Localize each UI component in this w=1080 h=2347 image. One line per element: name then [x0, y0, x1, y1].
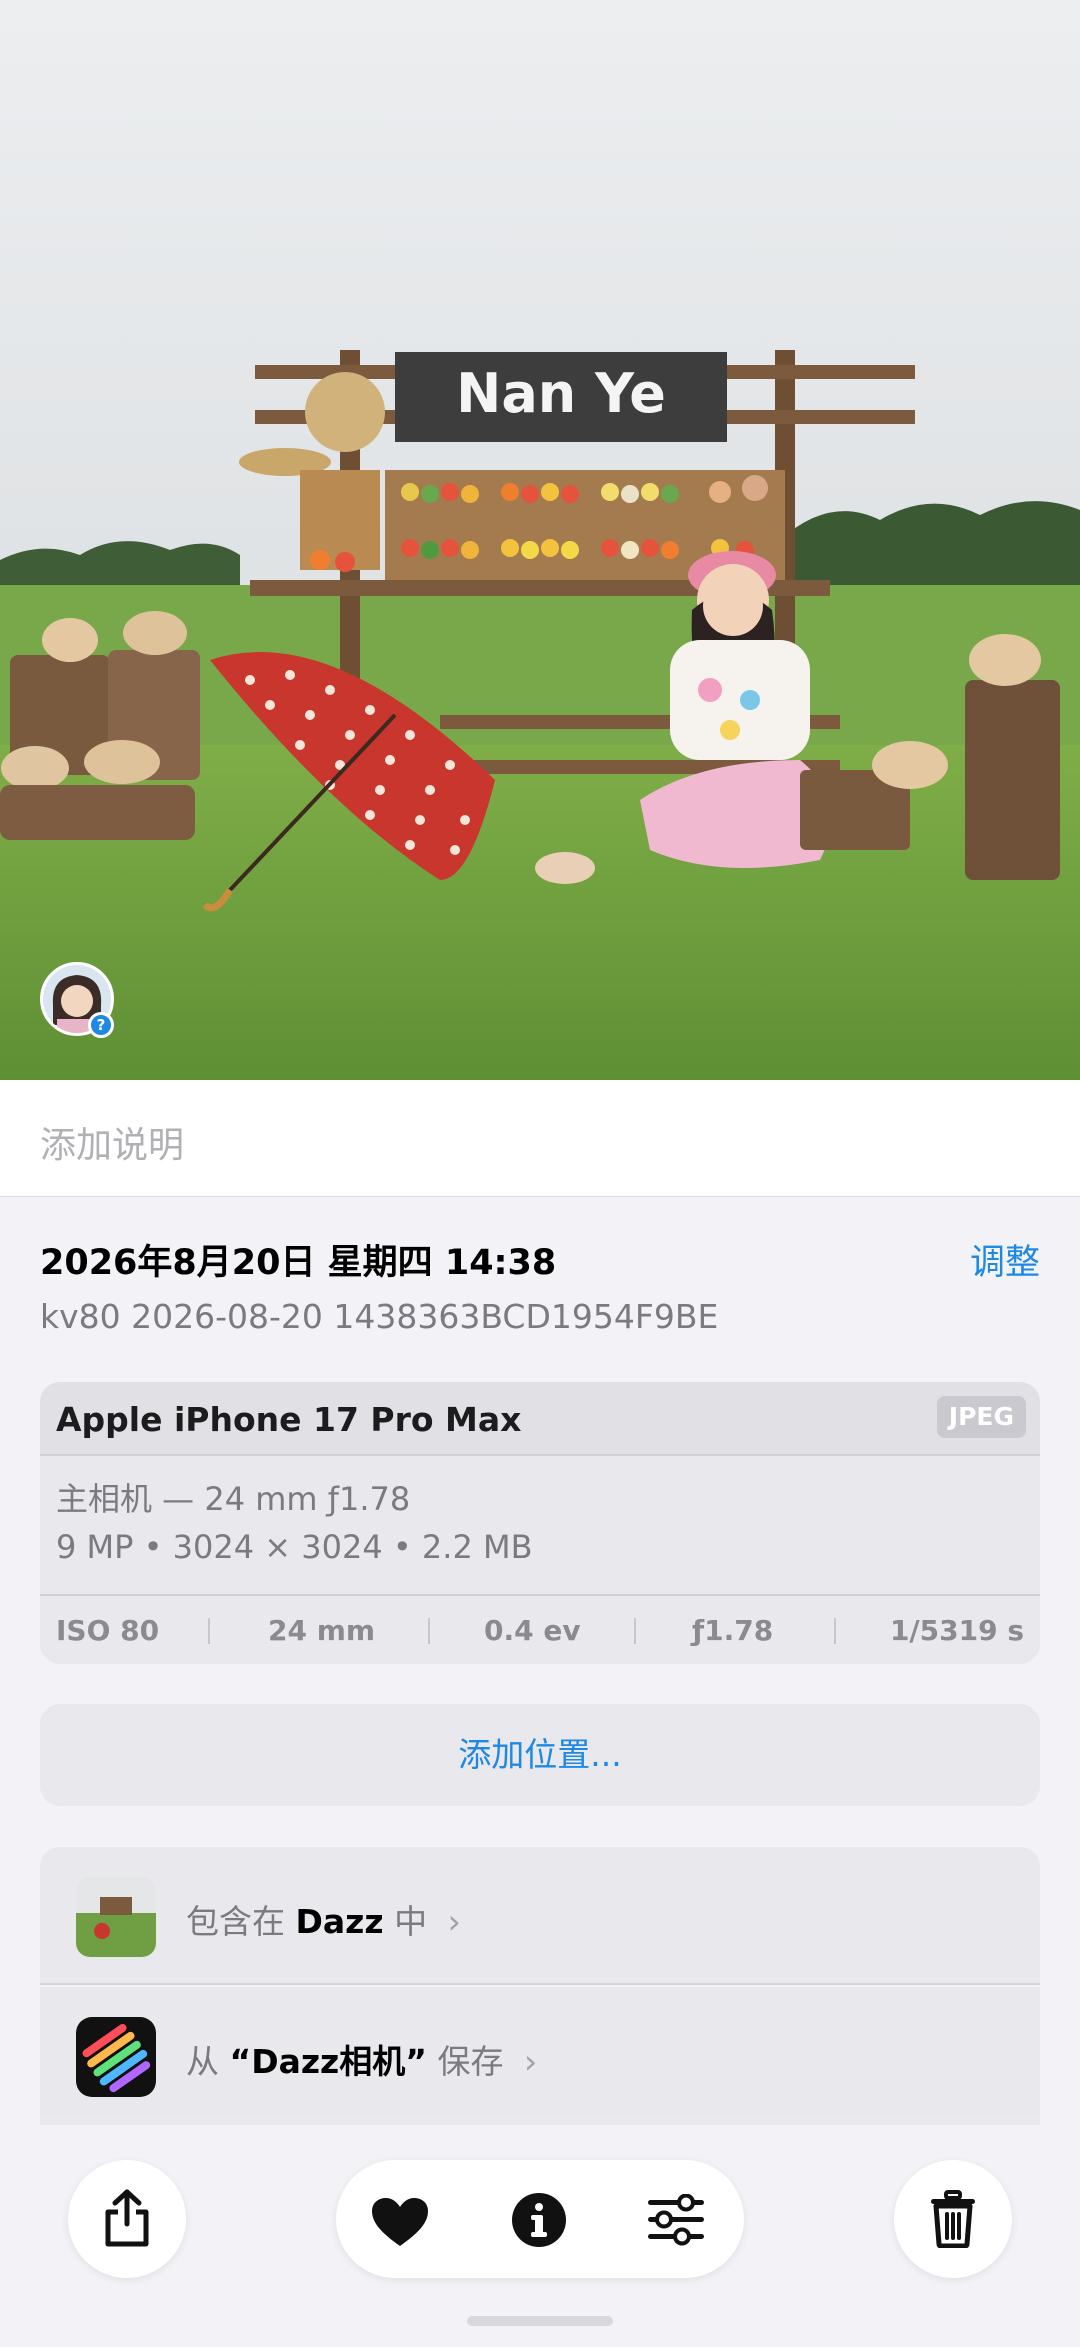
lens-info: 主相机 — 24 mm ƒ1.78 — [56, 1480, 411, 1518]
dazz-app-icon — [76, 2017, 156, 2097]
chevron-right-icon: › — [447, 1902, 461, 1941]
app-source-text: 从 “Dazz相机” 保存 › — [186, 2035, 537, 2083]
exif-iso: ISO 80 — [56, 1614, 160, 1647]
caption-field[interactable]: 添加说明 — [0, 1080, 1080, 1197]
exif-row: ISO 80 24 mm 0.4 ev ƒ1.78 1/5319 s — [40, 1594, 1040, 1664]
app-prefix: 从 — [186, 2042, 219, 2081]
sign-text: Nan Ye — [456, 362, 666, 425]
album-prefix: 包含在 — [186, 1902, 285, 1941]
photo[interactable]: Nan Ye — [0, 0, 1080, 1080]
exif-divider — [834, 1618, 836, 1644]
photo-image: Nan Ye — [0, 0, 1080, 1080]
exif-divider — [634, 1618, 636, 1644]
caption-placeholder: 添加说明 — [40, 1125, 185, 1166]
exif-focal: 24 mm — [268, 1614, 376, 1647]
album-thumbnail — [76, 1877, 156, 1957]
app-name: “Dazz相机” — [229, 2042, 427, 2081]
exif-ev: 0.4 ev — [484, 1614, 581, 1647]
trash-icon — [931, 2190, 975, 2248]
album-source-row[interactable]: 包含在 Dazz 中 › — [40, 1847, 1040, 1985]
question-badge-icon[interactable]: ? — [88, 1012, 114, 1038]
camera-info-header: Apple iPhone 17 Pro Max JPEG — [40, 1382, 1040, 1456]
info-icon[interactable] — [511, 2192, 567, 2248]
adjust-icon[interactable] — [646, 2194, 706, 2246]
heart-icon[interactable] — [370, 2196, 430, 2248]
delete-button[interactable] — [894, 2160, 1012, 2278]
photo-filename: kv80 2026-08-20 1438363BCD1954F9BE — [40, 1297, 719, 1336]
album-source-text: 包含在 Dazz 中 › — [186, 1895, 461, 1943]
share-button[interactable] — [68, 2160, 186, 2278]
exif-shutter: 1/5319 s — [889, 1614, 1024, 1647]
app-source-row[interactable]: 从 “Dazz相机” 保存 › — [40, 1987, 1040, 2125]
device-name: Apple iPhone 17 Pro Max — [56, 1400, 522, 1439]
format-badge: JPEG — [936, 1396, 1026, 1438]
adjust-datetime-button[interactable]: 调整 — [970, 1234, 1040, 1285]
exif-aperture: ƒ1.78 — [692, 1614, 774, 1647]
resolution-info: 9 MP • 3024 × 3024 • 2.2 MB — [56, 1528, 533, 1566]
add-location-button[interactable]: 添加位置... — [40, 1704, 1040, 1806]
exif-divider — [208, 1618, 210, 1644]
exif-divider — [428, 1618, 430, 1644]
home-indicator[interactable] — [467, 2316, 613, 2326]
photo-datetime: 2026年8月20日 星期四 14:38 — [40, 1243, 557, 1283]
app-suffix: 保存 — [437, 2042, 504, 2081]
album-suffix: 中 — [394, 1902, 428, 1941]
share-icon — [105, 2189, 149, 2247]
toolbar-group — [336, 2160, 744, 2278]
camera-info-card: Apple iPhone 17 Pro Max JPEG 主相机 — 24 mm… — [40, 1382, 1040, 1664]
album-name: Dazz — [295, 1902, 384, 1941]
chevron-right-icon: › — [523, 2042, 538, 2081]
